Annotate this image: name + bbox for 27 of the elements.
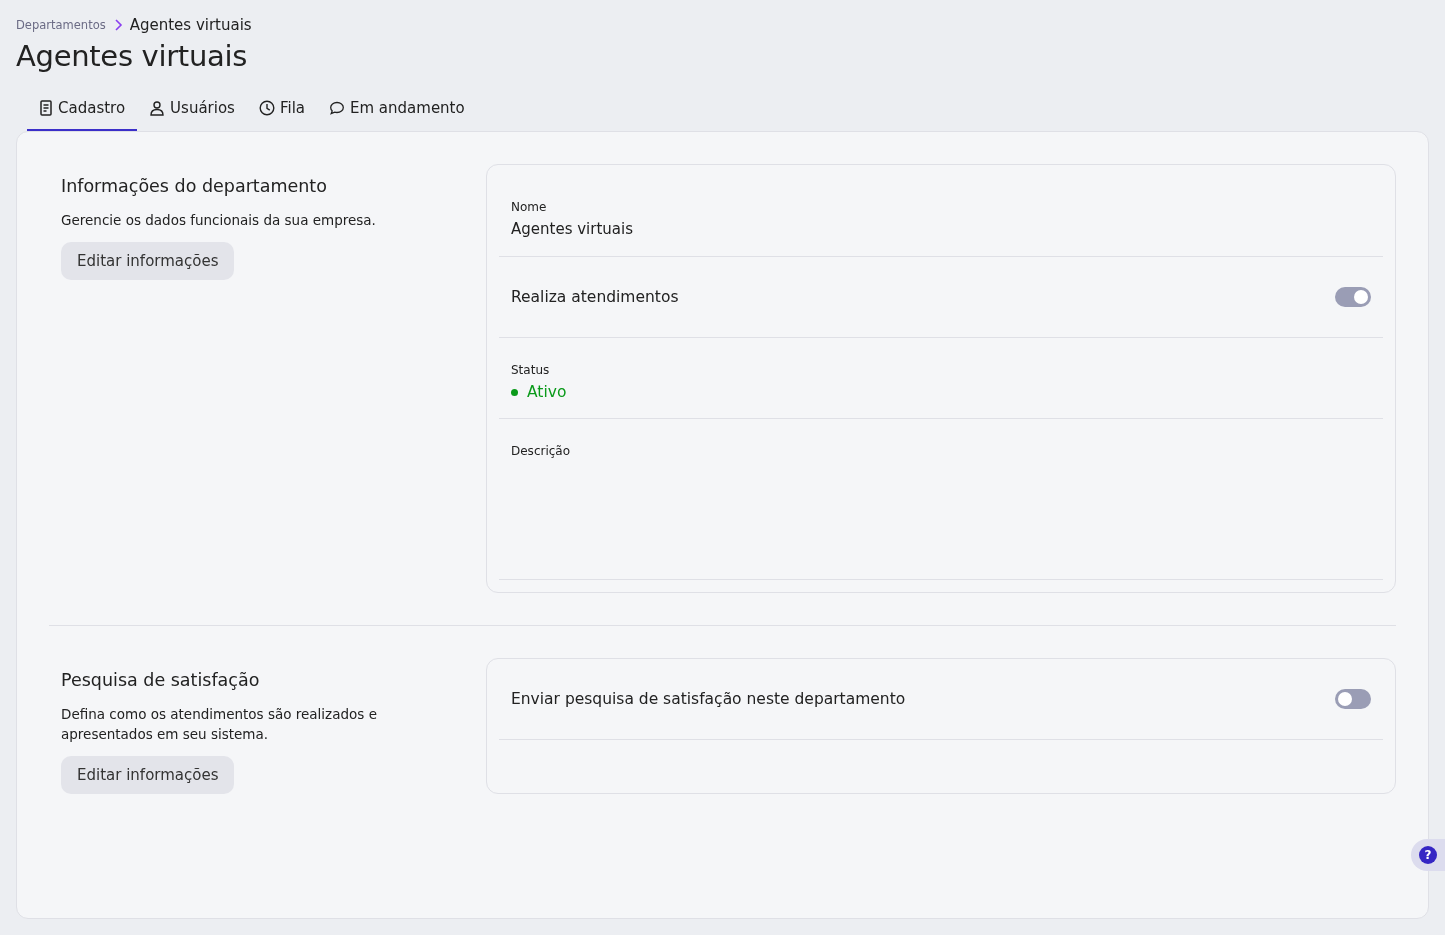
field-label: Nome: [511, 200, 548, 214]
field-label: Descrição: [511, 444, 572, 458]
breadcrumb-link[interactable]: Departamentos: [16, 18, 106, 32]
breadcrumb-current: Agentes virtuais: [129, 16, 252, 34]
chevron-right-icon: [112, 19, 123, 31]
toggle-label: Enviar pesquisa de satisfação neste departamento: [511, 690, 906, 708]
edit-button[interactable]: Editar informações: [61, 242, 235, 280]
tab[interactable]: Em andamento: [317, 93, 477, 131]
document-icon: [39, 100, 53, 116]
edit-button[interactable]: Editar informações: [61, 756, 235, 794]
user-icon: [149, 100, 166, 116]
page-title: Agentes virtuais: [16, 39, 249, 73]
field-value: Agentes virtuais: [511, 220, 634, 238]
section-title: Pesquisa de satisfação: [61, 670, 261, 690]
help-button[interactable]: ?: [1411, 839, 1445, 871]
toggle-switch[interactable]: [1335, 287, 1371, 307]
toggle-switch[interactable]: [1335, 689, 1371, 709]
clock-icon: [258, 100, 275, 116]
speech-bubble-icon: [329, 100, 345, 116]
status-value: Ativo: [527, 383, 567, 401]
field-label: Status: [511, 363, 551, 377]
section-description: Defina como os atendimentos são realizados e apresentados em seu sistema.: [61, 705, 378, 744]
tab[interactable]: Fila: [246, 93, 317, 131]
tab[interactable]: Usuários: [137, 93, 247, 131]
section-title: Informações do departamento: [61, 176, 328, 196]
section-description: Gerencie os dados funcionais da sua empresa.: [61, 211, 377, 230]
toggle-label: Realiza atendimentos: [511, 288, 679, 306]
